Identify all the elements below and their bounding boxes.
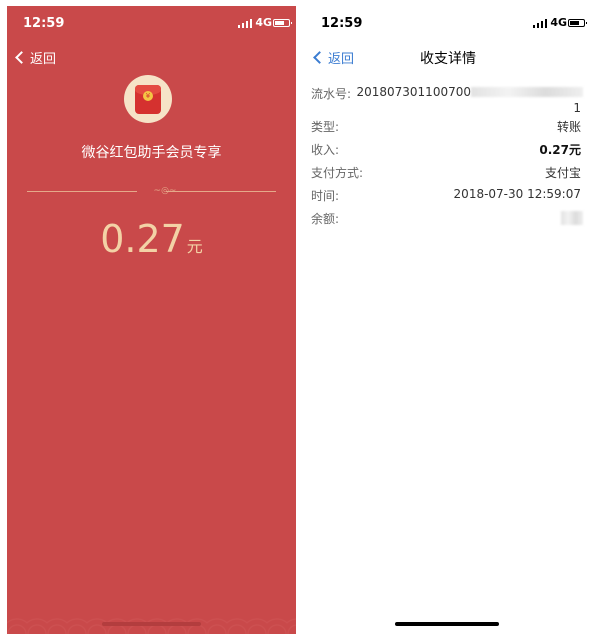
detail-row-income: 收入: 0.27元 <box>305 141 591 164</box>
amount-value: 0.27 <box>100 217 185 261</box>
ornamental-divider: ~◎~ <box>27 187 276 197</box>
payment-method-value: 支付宝 <box>544 166 581 180</box>
time-value: 2018-07-30 12:59:07 <box>453 187 581 201</box>
payment-method-label: 支付方式: <box>311 166 364 180</box>
signal-bars-icon <box>238 18 253 28</box>
envelope-coin-icon: ¥ <box>143 90 153 101</box>
battery-icon <box>568 19 587 27</box>
income-label: 收入: <box>311 143 340 157</box>
status-time: 12:59 <box>23 16 65 31</box>
detail-row-balance: 余额: <box>305 210 591 233</box>
serial-label: 流水号: <box>311 87 352 101</box>
detail-row-time: 时间: 2018-07-30 12:59:07 <box>305 187 591 210</box>
sender-title: 微谷红包助手会员专享 <box>81 145 222 161</box>
red-envelope-avatar: ¥ <box>124 75 172 123</box>
battery-icon <box>273 19 292 27</box>
status-time: 12:59 <box>321 16 363 31</box>
page-title: 收支详情 <box>420 51 476 67</box>
signal-indicator: 4G <box>238 16 272 29</box>
amount-unit: 元 <box>186 237 203 256</box>
serial-value: 201807301100700 <box>356 85 471 99</box>
balance-label: 余额: <box>311 212 340 226</box>
signal-indicator: 4G <box>533 16 567 29</box>
serial-value-cont: 1 <box>573 101 581 115</box>
transaction-details: 流水号: 201807301100700 1 类型: 转账 收入: 0.27元 … <box>305 85 591 233</box>
time-label: 时间: <box>311 189 340 203</box>
detail-row-serial: 流水号: 201807301100700 1 <box>305 85 591 118</box>
signal-bars-icon <box>533 18 548 28</box>
chevron-left-icon <box>15 51 28 64</box>
right-phone-screen: 12:59 4G 返回 收支详情 流水号: 201807301100700 1 … <box>305 6 591 634</box>
home-indicator[interactable] <box>395 622 499 626</box>
back-button[interactable]: 返回 <box>15 48 57 67</box>
detail-row-payment-method: 支付方式: 支付宝 <box>305 164 591 187</box>
home-indicator[interactable] <box>102 622 201 626</box>
left-phone-screen: 12:59 4G 返回 ¥ 微谷红包助手会员专享 ~◎~ 0.27 元 <box>7 6 296 634</box>
status-bar: 12:59 4G <box>305 6 591 40</box>
status-bar: 12:59 4G <box>7 6 296 40</box>
type-label: 类型: <box>311 120 340 134</box>
type-value: 转账 <box>556 120 581 134</box>
income-value: 0.27元 <box>539 143 581 157</box>
network-label: 4G <box>255 16 272 29</box>
blurred-redaction <box>561 211 583 225</box>
received-amount: 0.27 元 <box>7 217 296 261</box>
wave-pattern-footer <box>7 602 296 634</box>
red-envelope-icon: ¥ <box>135 84 161 114</box>
detail-row-type: 类型: 转账 <box>305 118 591 141</box>
blurred-redaction <box>471 87 583 97</box>
network-label: 4G <box>550 16 567 29</box>
back-label: 返回 <box>30 52 57 67</box>
